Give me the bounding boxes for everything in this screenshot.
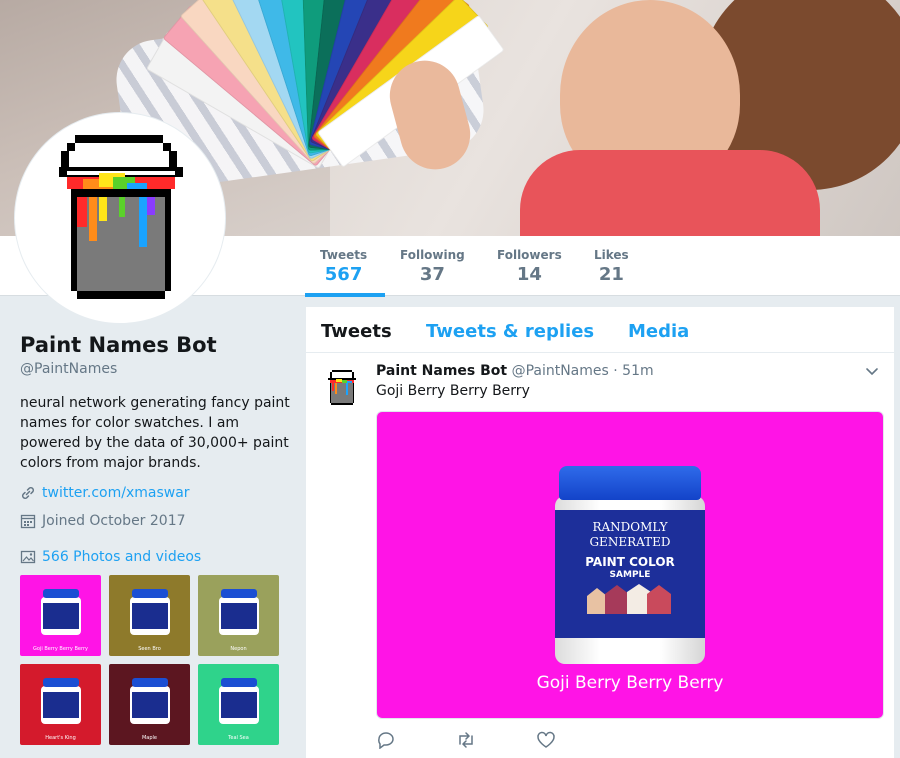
photos-videos-row: 566 Photos and videos xyxy=(20,549,201,565)
profile-website-row: twitter.com/xmaswar xyxy=(20,485,190,501)
tab-media[interactable]: Media xyxy=(628,321,689,342)
link-icon xyxy=(21,486,35,500)
timeline: Tweets Tweets & replies Media Paint Name… xyxy=(306,307,894,758)
profile-joined-date: Joined October 2017 xyxy=(42,513,186,529)
tweet-timestamp[interactable]: · 51m xyxy=(613,363,653,379)
stat-label: Followers xyxy=(497,248,562,262)
houses-graphic xyxy=(587,584,671,614)
reply-icon[interactable] xyxy=(376,731,396,749)
stat-value: 14 xyxy=(516,264,542,285)
stat-likes[interactable]: Likes 21 xyxy=(594,248,629,285)
paint-jar-image: RANDOMLY GENERATED PAINT COLOR SAMPLE xyxy=(555,466,705,666)
timeline-tabs: Tweets Tweets & replies Media xyxy=(306,307,894,353)
tweet-text: Goji Berry Berry Berry xyxy=(376,383,530,399)
active-stat-indicator xyxy=(305,293,385,297)
chevron-down-icon[interactable] xyxy=(862,364,882,380)
media-thumbnail[interactable]: Teal Sea xyxy=(198,664,279,745)
tweet-avatar-bucket-icon[interactable] xyxy=(324,368,360,408)
tab-tweets[interactable]: Tweets xyxy=(321,321,392,342)
paint-jar-icon xyxy=(219,589,259,637)
banner-shirt xyxy=(520,150,820,236)
media-thumbnail[interactable]: Heart's King xyxy=(20,664,101,745)
jar-label-product: PAINT COLOR xyxy=(585,555,675,569)
stat-following[interactable]: Following 37 xyxy=(400,248,465,285)
photos-videos-link[interactable]: 566 Photos and videos xyxy=(42,549,201,565)
like-icon[interactable] xyxy=(536,731,556,749)
jar-label-line2: GENERATED xyxy=(589,535,671,549)
thumbnail-caption: Goji Berry Berry Berry xyxy=(33,646,88,652)
photo-icon xyxy=(20,550,36,564)
jar-label-sample: SAMPLE xyxy=(609,570,651,580)
tweet-media-image[interactable]: RANDOMLY GENERATED PAINT COLOR SAMPLE Go… xyxy=(376,411,884,719)
stat-label: Likes xyxy=(594,248,629,262)
media-thumbnail[interactable]: Nepon xyxy=(198,575,279,656)
retweet-icon[interactable] xyxy=(456,731,476,749)
tweet-author-name[interactable]: Paint Names Bot xyxy=(376,363,507,379)
stat-tweets[interactable]: Tweets 567 xyxy=(320,248,367,285)
media-thumbnail[interactable]: Seen Bro xyxy=(109,575,190,656)
jar-label-brand: RANDOMLY GENERATED xyxy=(555,520,705,550)
tab-tweets-replies[interactable]: Tweets & replies xyxy=(426,321,594,342)
jar-label-line1: RANDOMLY xyxy=(592,520,668,534)
paint-jar-icon xyxy=(130,678,170,726)
tweet-actions xyxy=(376,731,556,749)
stat-label: Following xyxy=(400,248,465,262)
profile-joined-row: Joined October 2017 xyxy=(20,513,186,529)
stat-value: 21 xyxy=(598,264,624,285)
thumbnail-caption: Heart's King xyxy=(45,735,76,741)
thumbnail-caption: Seen Bro xyxy=(138,646,161,652)
stat-label: Tweets xyxy=(320,248,368,262)
stat-value: 567 xyxy=(324,264,363,285)
stat-value: 37 xyxy=(419,264,445,285)
profile-handle[interactable]: @PaintNames xyxy=(20,361,117,377)
paint-jar-icon xyxy=(130,589,170,637)
paint-bucket-icon xyxy=(59,135,183,299)
tweet-author-handle[interactable]: @PaintNames xyxy=(512,363,609,379)
stat-followers[interactable]: Followers 14 xyxy=(497,248,562,285)
media-thumbnail[interactable]: Goji Berry Berry Berry xyxy=(20,575,101,656)
profile-name[interactable]: Paint Names Bot xyxy=(20,333,217,357)
thumbnail-caption: Nepon xyxy=(230,646,247,652)
media-thumbnail-grid: Goji Berry Berry Berry Seen Bro Nepon He… xyxy=(20,575,282,745)
media-thumbnail[interactable]: Maple xyxy=(109,664,190,745)
paint-jar-icon xyxy=(219,678,259,726)
avatar[interactable] xyxy=(15,113,225,323)
calendar-icon xyxy=(20,514,36,529)
media-caption: Goji Berry Berry Berry xyxy=(536,673,724,693)
thumbnail-caption: Maple xyxy=(141,735,158,741)
paint-jar-icon xyxy=(41,589,81,637)
tweet-header: Paint Names Bot @PaintNames · 51m xyxy=(376,363,654,379)
jar-lid xyxy=(559,466,701,500)
thumbnail-caption: Teal Sea xyxy=(228,735,249,741)
profile-website-link[interactable]: twitter.com/xmaswar xyxy=(42,485,190,501)
paint-jar-icon xyxy=(41,678,81,726)
profile-bio: neural network generating fancy paint na… xyxy=(20,395,290,471)
